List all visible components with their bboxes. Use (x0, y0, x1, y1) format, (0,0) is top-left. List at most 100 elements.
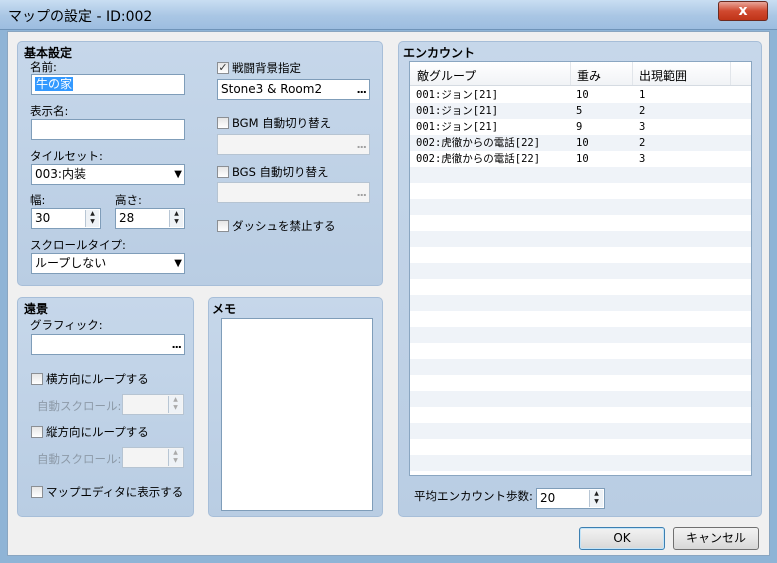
memo-title: メモ (212, 302, 237, 316)
dialog-client: 基本設定 名前: 牛の家 表示名: タイルセット: 003:内装 ▼ 幅: 30… (7, 31, 770, 556)
bgs-checkbox[interactable] (217, 166, 229, 178)
browse-icon[interactable]: ... (356, 135, 367, 154)
parallax-group: 遠景 グラフィック: ... 横方向にループする 自動スクロール: ▲ ▼ 縦方向… (17, 297, 194, 517)
chevron-down-icon: ▼ (174, 258, 182, 269)
avg-steps-label: 平均エンカウント歩数: (414, 489, 533, 503)
table-row[interactable] (410, 375, 751, 391)
weight-cell: 10 (576, 89, 589, 101)
range-cell: 3 (639, 121, 646, 133)
table-row[interactable] (410, 167, 751, 183)
table-row[interactable] (410, 215, 751, 231)
hscroll-stepper[interactable]: ▲ ▼ (122, 394, 184, 415)
vscroll-label: 自動スクロール: (37, 452, 122, 466)
scroll-type-select[interactable]: ループしない ▼ (31, 253, 185, 274)
bgs-field[interactable]: ... (217, 182, 370, 203)
graphic-label: グラフィック: (30, 318, 103, 332)
spin-arrows-icon[interactable]: ▲ ▼ (589, 490, 603, 507)
table-row[interactable] (410, 423, 751, 439)
table-row[interactable] (410, 455, 751, 471)
width-stepper[interactable]: 30 ▲ ▼ (31, 208, 101, 229)
bgm-label: BGM 自動切り替え (232, 116, 332, 130)
spin-arrows-icon[interactable]: ▲ ▼ (168, 449, 182, 466)
show-in-editor-checkbox[interactable] (31, 486, 43, 498)
tileset-value: 003:内装 (35, 167, 86, 181)
display-name-input[interactable] (31, 119, 185, 140)
battleback-field[interactable]: Stone3 & Room2 ... (217, 79, 370, 100)
hscroll-label: 自動スクロール: (37, 399, 122, 413)
weight-cell: 10 (576, 137, 589, 149)
spin-arrows-icon[interactable]: ▲ ▼ (85, 210, 99, 227)
basic-settings-group: 基本設定 名前: 牛の家 表示名: タイルセット: 003:内装 ▼ 幅: 30… (17, 41, 383, 286)
troop-cell: 001:ジョン[21] (416, 89, 499, 101)
close-button[interactable]: x (718, 1, 768, 21)
bgm-field[interactable]: ... (217, 134, 370, 155)
table-row[interactable] (410, 183, 751, 199)
table-row[interactable]: 002:虎徹からの電話[22] 10 2 (410, 135, 751, 151)
browse-icon[interactable]: ... (171, 335, 182, 354)
graphic-field[interactable]: ... (31, 334, 185, 355)
range-cell: 2 (639, 137, 646, 149)
vscroll-stepper[interactable]: ▲ ▼ (122, 447, 184, 468)
cancel-button[interactable]: キャンセル (673, 527, 759, 550)
table-row[interactable]: 001:ジョン[21] 5 2 (410, 103, 751, 119)
bgm-checkbox[interactable] (217, 117, 229, 129)
range-cell: 2 (639, 105, 646, 117)
table-row[interactable] (410, 279, 751, 295)
encounter-title: エンカウント (403, 46, 476, 60)
column-header-weight[interactable]: 重み (577, 67, 601, 84)
parallax-title: 遠景 (24, 302, 49, 316)
table-row[interactable] (410, 311, 751, 327)
show-in-editor-label: マップエディタに表示する (46, 485, 184, 499)
name-input[interactable]: 牛の家 (31, 74, 185, 95)
column-header-range[interactable]: 出現範囲 (639, 67, 687, 84)
hloop-label: 横方向にループする (46, 372, 149, 386)
table-row[interactable] (410, 295, 751, 311)
weight-cell: 5 (576, 105, 583, 117)
range-cell: 3 (639, 153, 646, 165)
troop-cell: 002:虎徹からの電話[22] (416, 137, 541, 149)
chevron-down-icon: ▼ (174, 169, 182, 180)
vloop-label: 縦方向にループする (46, 425, 149, 439)
memo-textarea[interactable] (221, 318, 373, 511)
width-value: 30 (35, 211, 51, 225)
table-row[interactable] (410, 391, 751, 407)
table-row[interactable]: 001:ジョン[21] 9 3 (410, 119, 751, 135)
table-row[interactable]: 002:虎徹からの電話[22] 10 3 (410, 151, 751, 167)
table-row[interactable] (410, 407, 751, 423)
height-value: 28 (119, 211, 135, 225)
tileset-label: タイルセット: (30, 149, 103, 163)
table-row[interactable] (410, 343, 751, 359)
hloop-checkbox[interactable] (31, 373, 43, 385)
browse-icon[interactable]: ... (356, 80, 367, 99)
battleback-value: Stone3 & Room2 (221, 82, 323, 96)
browse-icon[interactable]: ... (356, 183, 367, 202)
battleback-checkbox[interactable]: ✓ (217, 62, 229, 74)
encounter-list[interactable]: 敵グループ 重み 出現範囲 001:ジョン[21] 10 1 001:ジョン[21] 5… (409, 61, 752, 476)
height-stepper[interactable]: 28 ▲ ▼ (115, 208, 185, 229)
troop-cell: 001:ジョン[21] (416, 105, 499, 117)
spin-arrows-icon[interactable]: ▲ ▼ (168, 396, 182, 413)
avg-steps-value: 20 (540, 491, 556, 505)
table-row[interactable] (410, 247, 751, 263)
height-label: 高さ: (115, 193, 142, 207)
avg-steps-stepper[interactable]: 20 ▲ ▼ (536, 488, 605, 509)
vloop-checkbox[interactable] (31, 426, 43, 438)
table-row[interactable] (410, 359, 751, 375)
scroll-type-value: ループしない (35, 256, 107, 270)
name-label: 名前: (30, 60, 57, 74)
spin-arrows-icon[interactable]: ▲ ▼ (169, 210, 183, 227)
table-row[interactable] (410, 327, 751, 343)
tileset-select[interactable]: 003:内装 ▼ (31, 164, 185, 185)
table-row[interactable] (410, 231, 751, 247)
encounter-rows: 001:ジョン[21] 10 1 001:ジョン[21] 5 2 001:ジョン[21] 9 3… (410, 87, 751, 471)
name-value: 牛の家 (35, 77, 74, 91)
column-header-troop[interactable]: 敵グループ (417, 67, 476, 84)
table-row[interactable] (410, 199, 751, 215)
table-row[interactable] (410, 263, 751, 279)
table-row[interactable] (410, 439, 751, 455)
dash-disable-label: ダッシュを禁止する (232, 219, 336, 233)
table-row[interactable]: 001:ジョン[21] 10 1 (410, 87, 751, 103)
window-title: マップの設定 - ID:002 (8, 9, 153, 25)
dash-disable-checkbox[interactable] (217, 220, 229, 232)
ok-button[interactable]: OK (579, 527, 665, 550)
